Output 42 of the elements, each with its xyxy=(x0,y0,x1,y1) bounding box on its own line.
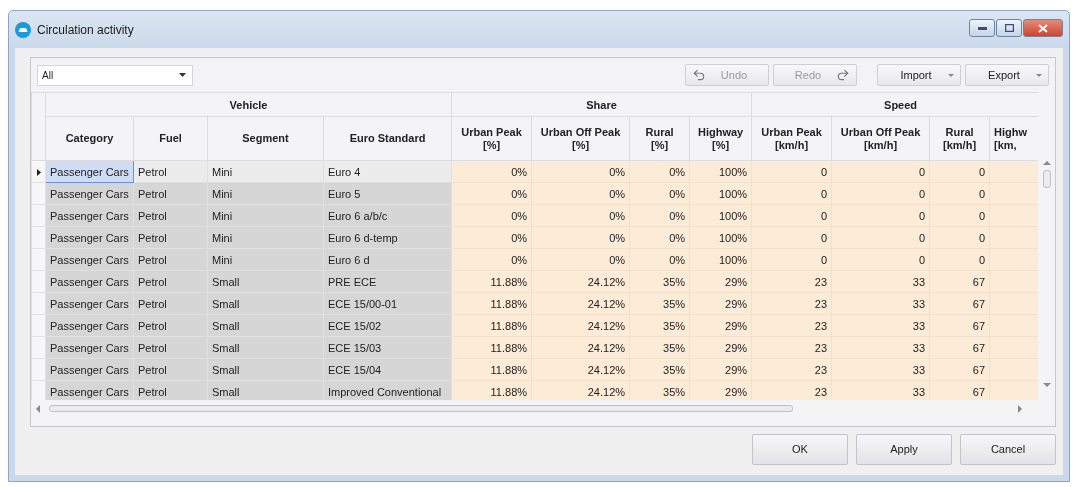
group-header: Vehicle xyxy=(45,92,452,117)
column-header[interactable]: Segment xyxy=(207,116,324,161)
column-header[interactable]: Urban Off Peak [%] xyxy=(531,116,630,161)
close-button[interactable] xyxy=(1023,19,1063,37)
menu-button[interactable]: Import xyxy=(877,64,961,86)
column-header[interactable]: Highw [km, xyxy=(989,116,1038,161)
undo-icon xyxy=(692,68,706,82)
redo-icon xyxy=(836,68,850,82)
scroll-right-icon[interactable] xyxy=(1017,404,1023,413)
window-title: Circulation activity xyxy=(37,22,135,37)
group-header: Speed xyxy=(751,92,1038,117)
scroll-thumb[interactable] xyxy=(1042,170,1051,188)
scroll-up-icon[interactable] xyxy=(1042,160,1051,166)
scroll-thumb[interactable] xyxy=(49,405,793,412)
maximize-icon xyxy=(1004,24,1014,32)
maximize-button[interactable] xyxy=(996,19,1022,37)
group-header: Share xyxy=(451,92,752,117)
caret-icon xyxy=(179,73,186,77)
minimize-icon xyxy=(977,26,987,30)
filter-dropdown[interactable]: All xyxy=(37,64,193,86)
menu-button[interactable]: Export xyxy=(965,64,1049,86)
close-icon xyxy=(1038,23,1048,33)
scroll-down-icon[interactable] xyxy=(1042,382,1051,388)
caret-icon xyxy=(1036,73,1042,77)
column-header[interactable]: Urban Peak [%] xyxy=(451,116,532,161)
current-row-icon xyxy=(36,168,41,176)
column-header[interactable]: Urban Peak [km/h] xyxy=(751,116,832,161)
column-header[interactable]: Category xyxy=(45,116,134,161)
row-header[interactable] xyxy=(31,160,46,183)
column-header[interactable]: Rural [%] xyxy=(629,116,690,161)
scroll-left-icon[interactable] xyxy=(35,404,41,413)
dialog-button[interactable]: OK xyxy=(752,433,848,465)
column-header[interactable]: Rural [km/h] xyxy=(929,116,990,161)
column-header[interactable]: Urban Off Peak [km/h] xyxy=(831,116,930,161)
dialog-button[interactable]: Apply xyxy=(856,433,952,465)
column-header[interactable]: Fuel xyxy=(133,116,208,161)
column-header[interactable]: Euro Standard xyxy=(323,116,452,161)
caret-icon xyxy=(948,73,954,77)
car-icon xyxy=(15,21,31,38)
column-header[interactable]: Highway [%] xyxy=(689,116,752,161)
minimize-button[interactable] xyxy=(969,19,995,37)
dialog-button[interactable]: Cancel xyxy=(960,433,1056,465)
